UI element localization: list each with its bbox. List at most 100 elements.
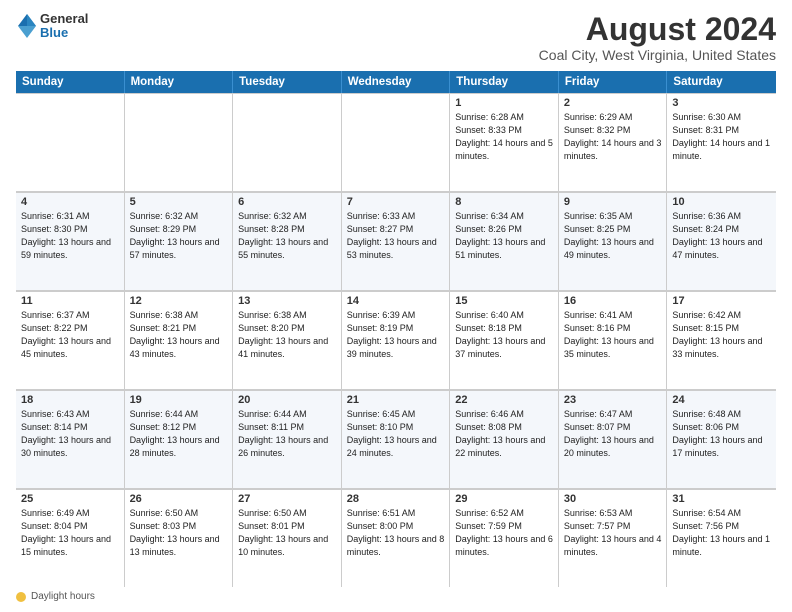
cal-cell: 19 Sunrise: 6:44 AM Sunset: 8:12 PM Dayli…	[125, 390, 234, 488]
day-number: 15	[455, 295, 553, 307]
cal-cell: 14Sunrise: 6:39 AM Sunset: 8:19 PM Dayli…	[342, 291, 451, 389]
logo-general: General	[40, 12, 88, 26]
daylight-dot	[16, 592, 26, 602]
cal-cell: 27Sunrise: 6:50 AM Sunset: 8:01 PM Dayli…	[233, 489, 342, 587]
cell-info: Sunrise: 6:30 AM Sunset: 8:31 PM Dayligh…	[672, 111, 771, 163]
cal-cell: 3 Sunrise: 6:30 AM Sunset: 8:31 PM Daylig…	[667, 93, 776, 191]
day-number: 13	[238, 295, 336, 307]
cal-cell: 17 Sunrise: 6:42 AM Sunset: 8:15 PM Dayli…	[667, 291, 776, 389]
day-number: 31	[672, 493, 771, 505]
cell-info: Sunrise: 6:31 AM Sunset: 8:30 PM Dayligh…	[21, 210, 119, 262]
cell-info: Sunrise: 6:39 AM Sunset: 8:19 PM Dayligh…	[347, 309, 445, 361]
cal-header-cell-monday: Monday	[125, 71, 234, 93]
cell-info: Sunrise: 6:44 AM Sunset: 8:11 PM Dayligh…	[238, 408, 336, 460]
cell-info: Sunrise: 6:46 AM Sunset: 8:08 PM Dayligh…	[455, 408, 553, 460]
cell-info: Sunrise: 6:38 AM Sunset: 8:20 PM Dayligh…	[238, 309, 336, 361]
day-number: 12	[130, 295, 228, 307]
cal-header-cell-wednesday: Wednesday	[342, 71, 451, 93]
cal-cell: 22Sunrise: 6:46 AM Sunset: 8:08 PM Dayli…	[450, 390, 559, 488]
cell-info: Sunrise: 6:41 AM Sunset: 8:16 PM Dayligh…	[564, 309, 662, 361]
title-block: August 2024 Coal City, West Virginia, Un…	[539, 12, 776, 63]
day-number: 7	[347, 196, 445, 208]
cell-info: Sunrise: 6:50 AM Sunset: 8:03 PM Dayligh…	[130, 507, 228, 559]
cell-info: Sunrise: 6:43 AM Sunset: 8:14 PM Dayligh…	[21, 408, 119, 460]
cell-info: Sunrise: 6:52 AM Sunset: 7:59 PM Dayligh…	[455, 507, 553, 559]
cell-info: Sunrise: 6:42 AM Sunset: 8:15 PM Dayligh…	[672, 309, 771, 361]
cell-info: Sunrise: 6:38 AM Sunset: 8:21 PM Dayligh…	[130, 309, 228, 361]
cal-cell: 15 Sunrise: 6:40 AM Sunset: 8:18 PM Dayli…	[450, 291, 559, 389]
cal-cell: 12 Sunrise: 6:38 AM Sunset: 8:21 PM Dayli…	[125, 291, 234, 389]
day-number: 25	[21, 493, 119, 505]
cal-cell: 1 Sunrise: 6:28 AM Sunset: 8:33 PM Daylig…	[450, 93, 559, 191]
day-number: 28	[347, 493, 445, 505]
cal-cell: 24Sunrise: 6:48 AM Sunset: 8:06 PM Dayli…	[667, 390, 776, 488]
cell-info: Sunrise: 6:32 AM Sunset: 8:28 PM Dayligh…	[238, 210, 336, 262]
cal-row-3: 18Sunrise: 6:43 AM Sunset: 8:14 PM Dayli…	[16, 390, 776, 489]
cell-info: Sunrise: 6:40 AM Sunset: 8:18 PM Dayligh…	[455, 309, 553, 361]
cal-row-1: 4 Sunrise: 6:31 AM Sunset: 8:30 PM Daylig…	[16, 192, 776, 291]
day-number: 30	[564, 493, 662, 505]
calendar-body: 1 Sunrise: 6:28 AM Sunset: 8:33 PM Daylig…	[16, 93, 776, 587]
cell-info: Sunrise: 6:33 AM Sunset: 8:27 PM Dayligh…	[347, 210, 445, 262]
day-number: 27	[238, 493, 336, 505]
logo-icon	[16, 12, 38, 40]
cal-header-cell-friday: Friday	[559, 71, 668, 93]
day-number: 20	[238, 394, 336, 406]
daylight-label: Daylight hours	[31, 591, 95, 602]
cal-cell: 26 Sunrise: 6:50 AM Sunset: 8:03 PM Dayli…	[125, 489, 234, 587]
day-number: 4	[21, 196, 119, 208]
cell-info: Sunrise: 6:34 AM Sunset: 8:26 PM Dayligh…	[455, 210, 553, 262]
cal-cell	[16, 93, 125, 191]
cal-cell: 10Sunrise: 6:36 AM Sunset: 8:24 PM Dayli…	[667, 192, 776, 290]
day-number: 23	[564, 394, 662, 406]
footer-daylight: Daylight hours	[16, 591, 95, 602]
cal-cell: 23 Sunrise: 6:47 AM Sunset: 8:07 PM Dayli…	[559, 390, 668, 488]
cal-header-cell-thursday: Thursday	[450, 71, 559, 93]
logo-text: General Blue	[40, 12, 88, 41]
day-number: 17	[672, 295, 771, 307]
cal-cell: 31 Sunrise: 6:54 AM Sunset: 7:56 PM Dayli…	[667, 489, 776, 587]
cal-cell	[125, 93, 234, 191]
day-number: 6	[238, 196, 336, 208]
cal-cell: 18Sunrise: 6:43 AM Sunset: 8:14 PM Dayli…	[16, 390, 125, 488]
cell-info: Sunrise: 6:47 AM Sunset: 8:07 PM Dayligh…	[564, 408, 662, 460]
cal-cell: 2 Sunrise: 6:29 AM Sunset: 8:32 PM Daylig…	[559, 93, 668, 191]
cell-info: Sunrise: 6:45 AM Sunset: 8:10 PM Dayligh…	[347, 408, 445, 460]
day-number: 19	[130, 394, 228, 406]
calendar: SundayMondayTuesdayWednesdayThursdayFrid…	[16, 71, 776, 587]
cell-info: Sunrise: 6:29 AM Sunset: 8:32 PM Dayligh…	[564, 111, 662, 163]
cal-cell: 28Sunrise: 6:51 AM Sunset: 8:00 PM Dayli…	[342, 489, 451, 587]
cal-cell: 21 Sunrise: 6:45 AM Sunset: 8:10 PM Dayli…	[342, 390, 451, 488]
cell-info: Sunrise: 6:35 AM Sunset: 8:25 PM Dayligh…	[564, 210, 662, 262]
day-number: 21	[347, 394, 445, 406]
calendar-header: SundayMondayTuesdayWednesdayThursdayFrid…	[16, 71, 776, 93]
header: General Blue August 2024 Coal City, West…	[16, 12, 776, 63]
logo: General Blue	[16, 12, 88, 41]
cal-cell: 25 Sunrise: 6:49 AM Sunset: 8:04 PM Dayli…	[16, 489, 125, 587]
cal-cell: 30 Sunrise: 6:53 AM Sunset: 7:57 PM Dayli…	[559, 489, 668, 587]
cal-row-2: 11Sunrise: 6:37 AM Sunset: 8:22 PM Dayli…	[16, 291, 776, 390]
cal-cell: 7 Sunrise: 6:33 AM Sunset: 8:27 PM Daylig…	[342, 192, 451, 290]
cal-header-cell-tuesday: Tuesday	[233, 71, 342, 93]
day-number: 3	[672, 97, 771, 109]
cell-info: Sunrise: 6:49 AM Sunset: 8:04 PM Dayligh…	[21, 507, 119, 559]
cal-cell: 13 Sunrise: 6:38 AM Sunset: 8:20 PM Dayli…	[233, 291, 342, 389]
cell-info: Sunrise: 6:54 AM Sunset: 7:56 PM Dayligh…	[672, 507, 771, 559]
day-number: 1	[455, 97, 553, 109]
day-number: 8	[455, 196, 553, 208]
day-number: 2	[564, 97, 662, 109]
day-number: 29	[455, 493, 553, 505]
cal-header-cell-sunday: Sunday	[16, 71, 125, 93]
cal-cell: 8 Sunrise: 6:34 AM Sunset: 8:26 PM Daylig…	[450, 192, 559, 290]
day-number: 11	[21, 295, 119, 307]
cell-info: Sunrise: 6:28 AM Sunset: 8:33 PM Dayligh…	[455, 111, 553, 163]
cal-cell: 6 Sunrise: 6:32 AM Sunset: 8:28 PM Daylig…	[233, 192, 342, 290]
cal-cell	[342, 93, 451, 191]
day-number: 5	[130, 196, 228, 208]
cell-info: Sunrise: 6:53 AM Sunset: 7:57 PM Dayligh…	[564, 507, 662, 559]
cell-info: Sunrise: 6:44 AM Sunset: 8:12 PM Dayligh…	[130, 408, 228, 460]
month-title: August 2024	[539, 12, 776, 47]
day-number: 26	[130, 493, 228, 505]
cal-cell: 4 Sunrise: 6:31 AM Sunset: 8:30 PM Daylig…	[16, 192, 125, 290]
day-number: 10	[672, 196, 771, 208]
